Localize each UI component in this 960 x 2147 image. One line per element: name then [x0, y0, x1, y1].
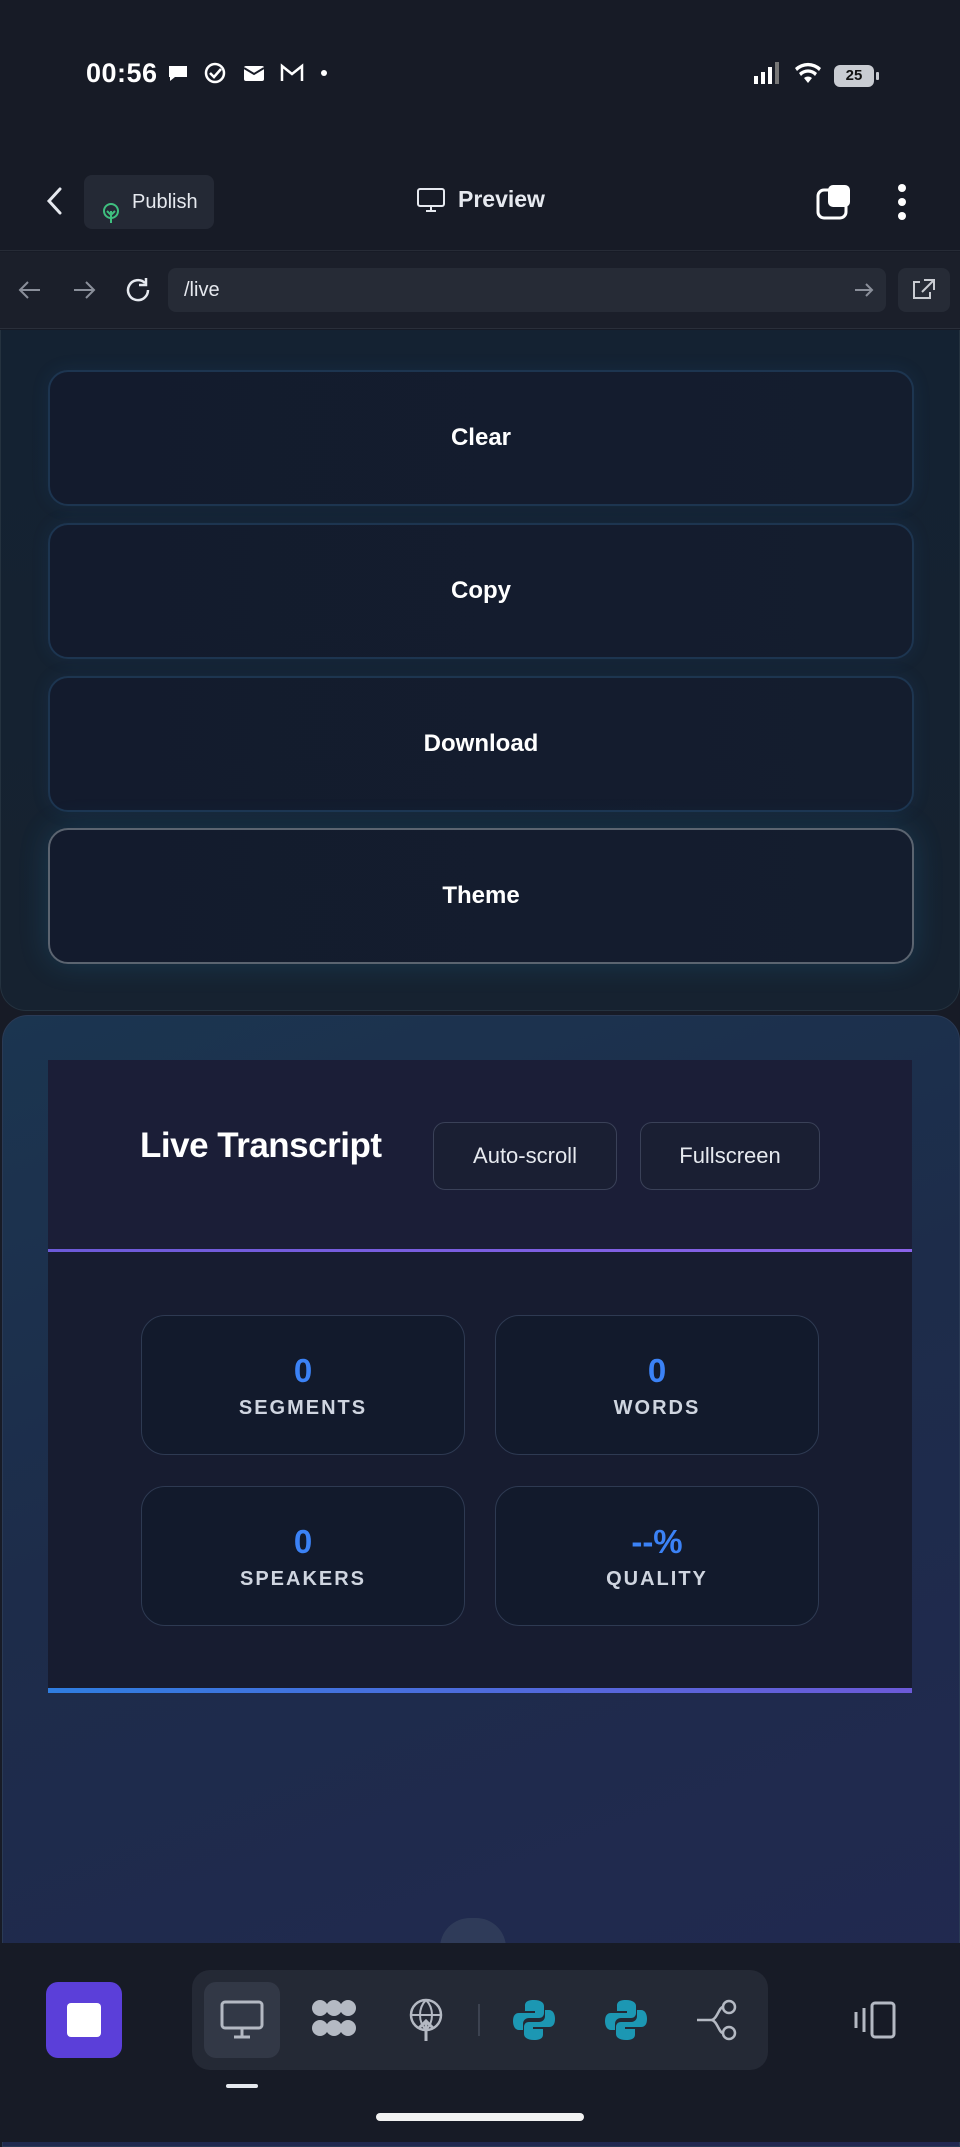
header-divider — [48, 1249, 912, 1252]
go-button[interactable] — [852, 278, 876, 302]
home-indicator — [376, 2113, 584, 2121]
python-icon — [605, 2000, 647, 2040]
theme-button[interactable]: Theme — [48, 828, 914, 964]
check-circle-icon — [204, 62, 228, 84]
tabs-icon — [816, 185, 850, 220]
chevron-left-icon — [46, 187, 62, 215]
stat-segments: 0 SEGMENTS — [141, 1315, 465, 1455]
auto-scroll-button[interactable]: Auto-scroll — [433, 1122, 617, 1190]
arrow-left-icon — [18, 281, 40, 299]
stat-label: SPEAKERS — [239, 1567, 367, 1590]
stat-value: --% — [631, 1522, 683, 1560]
stat-speakers: 0 SPEAKERS — [141, 1486, 465, 1626]
arrow-right-icon — [74, 281, 96, 299]
battery-icon: 25 — [834, 64, 879, 87]
card-bottom-divider — [48, 1688, 912, 1693]
reload-icon — [126, 278, 150, 302]
side-panel-button[interactable] — [852, 2000, 900, 2042]
reload-button[interactable] — [124, 276, 152, 304]
dot-icon — [318, 62, 342, 84]
chat-icon — [166, 62, 190, 84]
branch-tool[interactable] — [680, 1982, 756, 2058]
stat-value: 0 — [293, 1351, 313, 1389]
browser-back-button[interactable] — [16, 276, 44, 304]
clear-button[interactable]: Clear — [48, 370, 914, 506]
url-text: /live — [184, 279, 220, 301]
python-tool-2[interactable] — [588, 1982, 664, 2058]
toolbar-separator — [478, 2004, 480, 2036]
blobs-icon — [312, 2000, 356, 2036]
stat-value: 0 — [647, 1351, 667, 1389]
arrow-right-icon — [855, 283, 874, 297]
wifi-icon — [794, 62, 822, 89]
tabs-button[interactable] — [816, 184, 852, 220]
active-tool-indicator — [226, 2084, 258, 2088]
stat-value: 0 — [293, 1522, 313, 1560]
workflow-tool[interactable] — [296, 1982, 372, 2058]
deploy-tool[interactable] — [388, 1982, 464, 2058]
stop-icon — [67, 2003, 101, 2037]
stat-quality: --% QUALITY — [495, 1486, 819, 1626]
gmail-icon — [280, 62, 304, 84]
git-branch-icon — [697, 1999, 737, 2041]
status-time: 00:56 — [86, 58, 158, 88]
external-link-icon — [913, 279, 935, 299]
monitor-icon — [417, 187, 445, 212]
fullscreen-button[interactable]: Fullscreen — [640, 1122, 820, 1190]
system-icons: 25 — [752, 62, 879, 89]
copy-button[interactable]: Copy — [48, 523, 914, 659]
back-button[interactable] — [40, 186, 70, 216]
python-tool-1[interactable] — [496, 1982, 572, 2058]
python-icon — [513, 2000, 555, 2040]
stat-label: QUALITY — [606, 1567, 708, 1590]
mail-icon — [242, 62, 266, 84]
stat-label: WORDS — [613, 1396, 701, 1419]
more-menu-button[interactable] — [892, 182, 912, 222]
side-panel-icon — [854, 2001, 896, 2039]
download-button[interactable]: Download — [48, 676, 914, 812]
preview-label: Preview — [458, 186, 545, 212]
publish-label: Publish — [132, 191, 198, 213]
status-bar: 00:56 25 — [0, 0, 960, 150]
more-vertical-icon — [898, 184, 906, 220]
signal-icon — [752, 62, 782, 89]
publish-button[interactable]: Publish — [84, 175, 214, 229]
preview-toggle[interactable]: Preview — [416, 186, 545, 213]
publish-icon — [100, 191, 122, 223]
notification-icons — [166, 62, 342, 84]
globe-upload-icon — [409, 1998, 443, 2041]
browser-forward-button[interactable] — [70, 276, 98, 304]
desktop-preview-tool[interactable] — [204, 1982, 280, 2058]
monitor-icon — [220, 2000, 264, 2039]
url-input[interactable] — [168, 268, 886, 312]
stat-words: 0 WORDS — [495, 1315, 819, 1455]
stat-label: SEGMENTS — [238, 1396, 368, 1419]
stop-button[interactable] — [46, 1982, 122, 2058]
open-external-button[interactable] — [898, 268, 950, 312]
transcript-title: Live Transcript — [140, 1126, 382, 1165]
